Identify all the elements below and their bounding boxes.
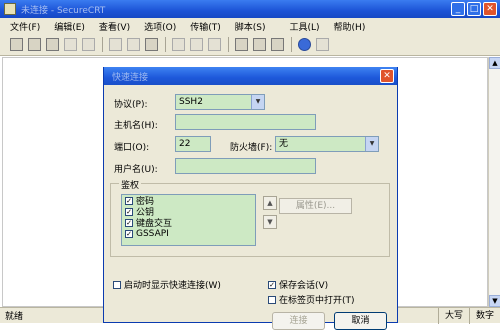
- dialog-titlebar: 快速连接: [104, 67, 397, 85]
- chevron-down-icon[interactable]: ▼: [251, 95, 264, 109]
- list-item[interactable]: ✓ 键盘交互: [125, 217, 255, 229]
- menu-view[interactable]: 查看(V): [99, 20, 130, 33]
- chevron-down-icon[interactable]: ▼: [365, 137, 378, 151]
- sftp-icon[interactable]: [316, 38, 329, 51]
- checkbox-checked-icon[interactable]: ✓: [125, 196, 133, 205]
- scroll-up-icon[interactable]: ▲: [489, 57, 500, 69]
- dialog-title: 快速连接: [112, 72, 149, 83]
- paste-icon[interactable]: [127, 38, 140, 51]
- menu-help[interactable]: 帮助(H): [334, 20, 366, 33]
- port-input[interactable]: 22: [175, 136, 211, 152]
- show-on-startup-label: 启动时显示快速连接(W): [124, 281, 221, 291]
- checkbox-unchecked-icon[interactable]: [113, 280, 121, 289]
- port-label: 端口(O):: [114, 143, 150, 153]
- protocol-select[interactable]: SSH2 ▼: [175, 94, 265, 110]
- toolbar-separator: [165, 37, 166, 52]
- username-input[interactable]: [175, 158, 316, 174]
- keymap-icon[interactable]: [271, 38, 284, 51]
- caps-lock-indicator: 大写: [437, 308, 469, 324]
- session-options-icon[interactable]: [235, 38, 248, 51]
- auth-group-title: 鉴权: [119, 178, 142, 191]
- dialog-close-button[interactable]: ✕: [380, 69, 394, 83]
- scroll-down-icon[interactable]: ▼: [489, 295, 500, 307]
- status-text: 就绪: [5, 312, 24, 322]
- checkbox-checked-icon[interactable]: ✓: [125, 207, 133, 216]
- auth-groupbox: 鉴权 ✓ 密码 ✓ 公钥 ✓ 键盘交互 ✓ GSSAPI ▲ ▼ 属性(E)..…: [110, 178, 390, 257]
- toolbar: [0, 34, 500, 56]
- connect-button[interactable]: 连接: [272, 312, 325, 330]
- move-up-button[interactable]: ▲: [263, 196, 277, 210]
- checkbox-checked-icon[interactable]: ✓: [268, 280, 276, 289]
- save-session-label: 保存会话(V): [279, 281, 329, 291]
- list-item[interactable]: ✓ GSSAPI: [125, 228, 255, 239]
- connect-tab-icon[interactable]: [46, 38, 59, 51]
- firewall-value: 无: [279, 139, 289, 149]
- quick-connect-dialog: 快速连接 ✕ 协议(P): SSH2 ▼ 主机名(H): 端口(O): 22 防…: [103, 67, 398, 330]
- find-icon[interactable]: [145, 38, 158, 51]
- toolbar-separator: [228, 37, 229, 52]
- auth-keyboard-label: 键盘交互: [136, 219, 173, 229]
- checkbox-checked-icon[interactable]: ✓: [125, 229, 133, 238]
- hostname-input[interactable]: [175, 114, 316, 130]
- save-session-checkbox[interactable]: ✓ 保存会话(V): [268, 278, 328, 291]
- menu-bar: 文件(F) 编辑(E) 查看(V) 选项(O) 传输(T) 脚本(S) 工具(L…: [0, 18, 500, 34]
- firewall-select[interactable]: 无 ▼: [275, 136, 379, 152]
- protocol-label: 协议(P):: [114, 100, 148, 110]
- checkbox-checked-icon[interactable]: ✓: [125, 218, 133, 227]
- open-in-tab-checkbox[interactable]: 在标签页中打开(T): [268, 293, 355, 306]
- menu-transfer[interactable]: 传输(T): [190, 20, 221, 33]
- menu-script[interactable]: 脚本(S): [235, 20, 266, 33]
- move-down-button[interactable]: ▼: [263, 215, 277, 229]
- vertical-scrollbar[interactable]: ▲ ▼: [488, 57, 500, 307]
- minimize-button[interactable]: _: [451, 2, 465, 16]
- maximize-button[interactable]: □: [467, 2, 481, 16]
- copy-icon[interactable]: [109, 38, 122, 51]
- log-icon[interactable]: [208, 38, 221, 51]
- properties-button[interactable]: 属性(E)...: [279, 198, 352, 214]
- auth-method-list[interactable]: ✓ 密码 ✓ 公钥 ✓ 键盘交互 ✓ GSSAPI: [121, 194, 256, 246]
- checkbox-unchecked-icon[interactable]: [268, 295, 276, 304]
- print-setup-icon[interactable]: [190, 38, 203, 51]
- show-on-startup-checkbox[interactable]: 启动时显示快速连接(W): [113, 278, 221, 291]
- toolbar-separator: [102, 37, 103, 52]
- menu-options[interactable]: 选项(O): [144, 20, 176, 33]
- cancel-button[interactable]: 取消: [334, 312, 387, 330]
- menu-file[interactable]: 文件(F): [10, 20, 40, 33]
- window-title: 未连接 - SecureCRT: [21, 5, 106, 16]
- username-label: 用户名(U):: [114, 165, 158, 175]
- connect-icon[interactable]: [10, 38, 23, 51]
- disconnect-icon[interactable]: [82, 38, 95, 51]
- app-icon: [4, 3, 16, 15]
- global-options-icon[interactable]: [253, 38, 266, 51]
- menu-edit[interactable]: 编辑(E): [54, 20, 85, 33]
- reconnect-icon[interactable]: [64, 38, 77, 51]
- print-icon[interactable]: [172, 38, 185, 51]
- protocol-value: SSH2: [179, 97, 203, 107]
- help-icon[interactable]: [298, 38, 311, 51]
- open-in-tab-label: 在标签页中打开(T): [279, 296, 355, 306]
- close-button[interactable]: ✕: [483, 2, 497, 16]
- firewall-label: 防火墙(F):: [230, 143, 273, 153]
- toolbar-separator: [291, 37, 292, 52]
- auth-gssapi-label: GSSAPI: [136, 228, 169, 239]
- quick-connect-icon[interactable]: [28, 38, 41, 51]
- window-titlebar: 未连接 - SecureCRT _ □ ✕: [0, 0, 500, 18]
- hostname-label: 主机名(H):: [114, 121, 158, 131]
- num-lock-indicator: 数字: [468, 308, 500, 324]
- menu-tools[interactable]: 工具(L): [290, 20, 320, 33]
